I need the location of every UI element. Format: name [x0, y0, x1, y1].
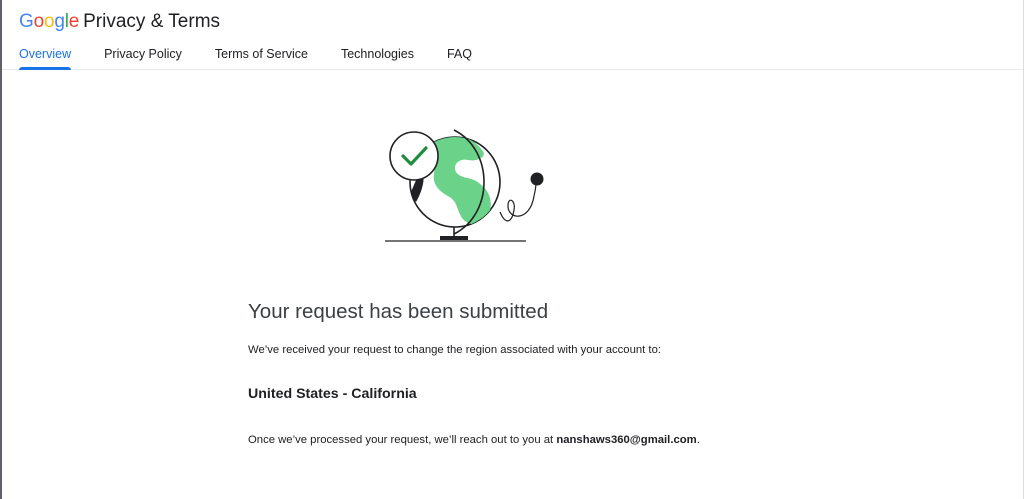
logo-letter-e: e [68, 11, 80, 32]
followup-suffix: . [696, 434, 700, 446]
tab-faq[interactable]: FAQ [447, 46, 472, 70]
google-logo[interactable]: Google [19, 11, 79, 33]
site-title[interactable]: Privacy & Terms [83, 11, 220, 33]
brand[interactable]: Google Privacy & Terms [19, 8, 220, 36]
check-badge [389, 131, 439, 181]
logo-letter-o2: o [43, 11, 55, 32]
globe-illustration-svg [385, 129, 544, 242]
site-header: Google Privacy & Terms Overview Privacy … [2, 0, 1023, 70]
tab-overview[interactable]: Overview [19, 46, 72, 70]
request-description: We’ve received your request to change th… [248, 344, 661, 356]
user-email: nanshaws360@gmail.com [556, 434, 697, 446]
browser-page: Google Privacy & Terms Overview Privacy … [0, 0, 1024, 499]
squiggle-line [499, 181, 537, 222]
confirmation-content: Your request has been submitted We’ve re… [248, 298, 808, 446]
logo-letter-o1: o [33, 11, 45, 32]
logo-letter-g: G [19, 11, 34, 32]
followup-text: Once we’ve processed your request, we’ll… [248, 434, 700, 446]
logo-letter-g2: g [54, 11, 65, 32]
page-title: Your request has been submitted [248, 300, 549, 323]
globe-with-check-icon [382, 122, 552, 244]
tab-privacy-policy[interactable]: Privacy Policy [104, 46, 182, 70]
followup-prefix: Once we’ve processed your request, we’ll… [248, 434, 557, 446]
tab-technologies[interactable]: Technologies [341, 46, 414, 70]
selected-region: United States - California [248, 386, 417, 402]
tab-terms-of-service[interactable]: Terms of Service [215, 46, 308, 70]
dot-icon [530, 172, 544, 186]
main-nav-tabs: Overview Privacy Policy Terms of Service… [19, 46, 505, 70]
